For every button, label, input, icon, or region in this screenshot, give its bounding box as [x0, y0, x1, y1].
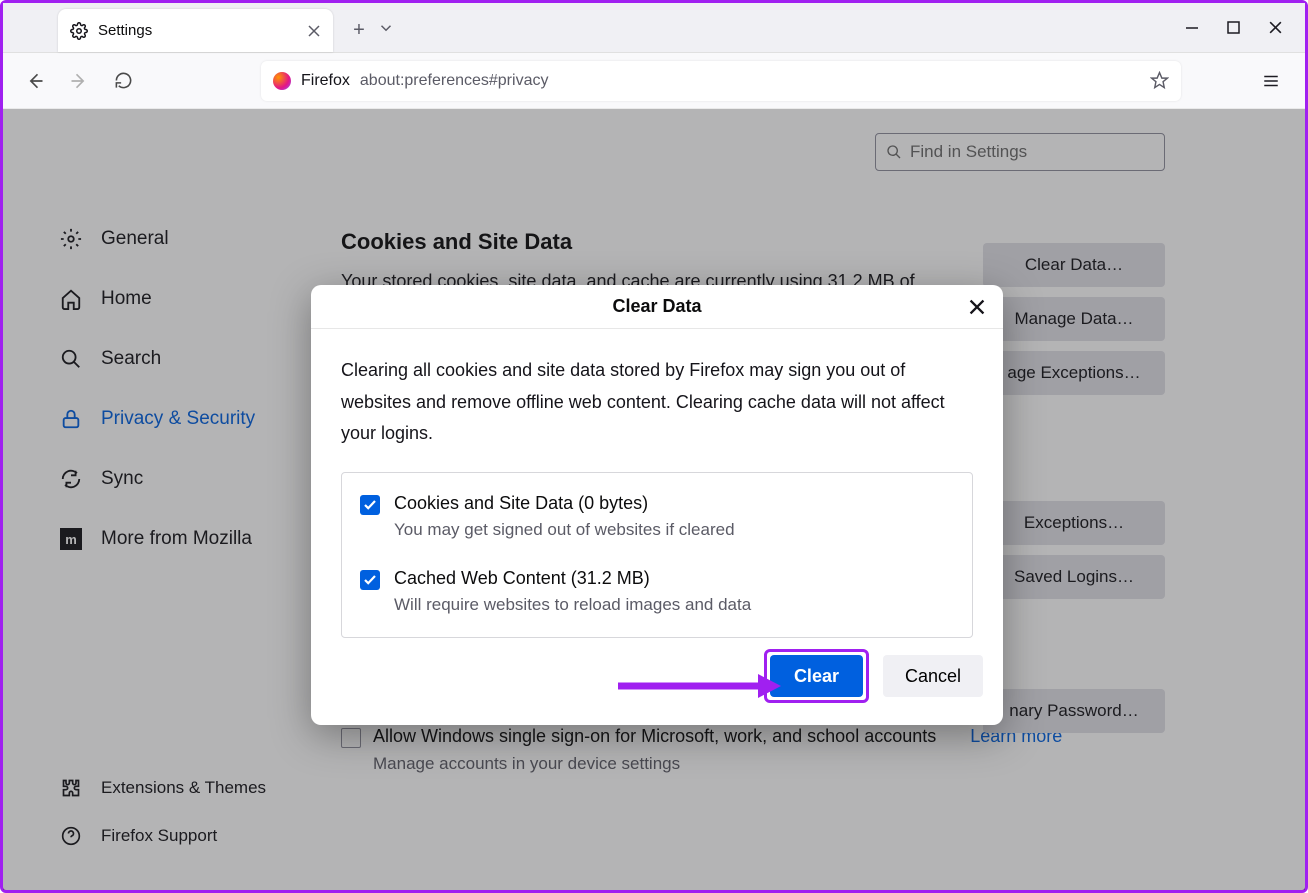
dialog-title: Clear Data — [612, 296, 701, 317]
url-bar[interactable]: Firefox about:preferences#privacy — [261, 61, 1181, 101]
tabs-dropdown-icon[interactable] — [377, 3, 395, 52]
tab-title: Settings — [98, 22, 297, 39]
reload-button[interactable] — [107, 65, 139, 97]
option-cookies-label: Cookies and Site Data (0 bytes) — [394, 493, 735, 514]
clear-button[interactable]: Clear — [770, 655, 863, 697]
browser-toolbar: Firefox about:preferences#privacy — [3, 53, 1305, 109]
url-product-label: Firefox — [301, 72, 350, 90]
firefox-logo-icon — [273, 72, 291, 90]
clear-button-highlight: Clear — [764, 649, 869, 703]
option-cookies-sub: You may get signed out of websites if cl… — [394, 520, 735, 540]
dialog-header: Clear Data — [311, 285, 1003, 329]
browser-titlebar: Settings + — [3, 3, 1305, 53]
url-text: about:preferences#privacy — [360, 72, 549, 90]
forward-button[interactable] — [63, 65, 95, 97]
window-controls — [1163, 3, 1305, 52]
close-window-button[interactable] — [1268, 20, 1283, 35]
gear-icon — [70, 22, 88, 40]
option-cache[interactable]: Cached Web Content (31.2 MB) Will requir… — [360, 568, 954, 615]
option-cache-sub: Will require websites to reload images a… — [394, 595, 751, 615]
new-tab-button[interactable]: + — [341, 9, 377, 52]
dialog-description: Clearing all cookies and site data store… — [341, 355, 973, 450]
app-menu-button[interactable] — [1253, 63, 1289, 99]
clear-data-dialog: Clear Data Clearing all cookies and site… — [311, 285, 1003, 725]
dialog-options: Cookies and Site Data (0 bytes) You may … — [341, 472, 973, 638]
option-cache-label: Cached Web Content (31.2 MB) — [394, 568, 751, 589]
dialog-footer: Clear Cancel — [311, 649, 1003, 725]
maximize-button[interactable] — [1227, 21, 1240, 34]
cancel-button[interactable]: Cancel — [883, 655, 983, 697]
back-button[interactable] — [19, 65, 51, 97]
dialog-close-button[interactable] — [965, 295, 989, 319]
checkbox-cache[interactable] — [360, 570, 380, 590]
bookmark-star-icon[interactable] — [1150, 71, 1169, 90]
close-tab-icon[interactable] — [307, 24, 321, 38]
checkbox-cookies[interactable] — [360, 495, 380, 515]
tab-settings[interactable]: Settings — [58, 9, 333, 52]
minimize-button[interactable] — [1185, 21, 1199, 35]
option-cookies[interactable]: Cookies and Site Data (0 bytes) You may … — [360, 493, 954, 540]
